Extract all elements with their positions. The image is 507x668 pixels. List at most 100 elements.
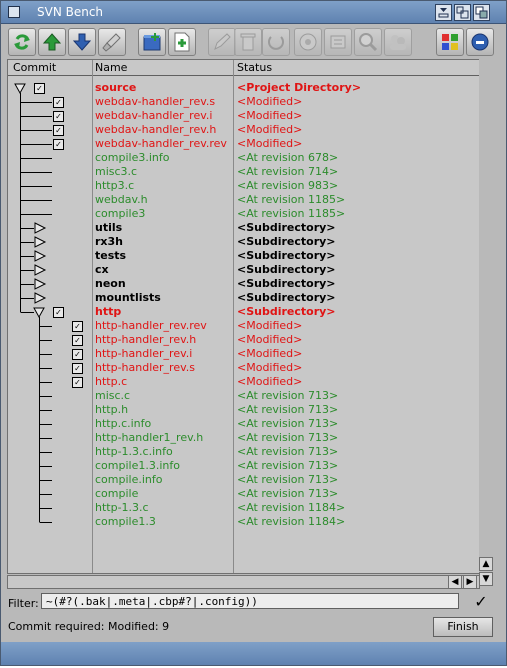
file-row[interactable]: compile.info <At revision 713> — [8, 473, 479, 487]
tree-connector — [39, 501, 52, 515]
commit-checkbox[interactable]: ✓ — [72, 321, 83, 332]
about-button[interactable] — [466, 28, 494, 56]
file-status: <Modified> — [237, 137, 303, 150]
depth-icon[interactable] — [473, 4, 490, 21]
scroll-left-icon[interactable]: ◀ — [448, 575, 462, 589]
file-row[interactable]: ✓ webdav-handler_rev.h <Modified> — [8, 123, 479, 137]
commit-checkbox[interactable]: ✓ — [72, 349, 83, 360]
file-name: http.c.info — [95, 417, 152, 430]
tree-connector — [20, 137, 52, 151]
file-row[interactable]: cx <Subdirectory> — [8, 263, 479, 277]
file-status: <Subdirectory> — [237, 263, 336, 276]
file-row[interactable]: http.c.info <At revision 713> — [8, 417, 479, 431]
toolbar — [1, 24, 506, 60]
horizontal-scrollbar[interactable]: ◀ ▶ — [7, 575, 480, 589]
file-list[interactable]: Commit Name Status ✓ source <Project Direc… — [7, 59, 480, 574]
edit-button[interactable] — [208, 28, 236, 56]
scroll-up-icon[interactable]: ▲ — [479, 557, 493, 571]
file-row[interactable]: http-1.3.c.info <At revision 713> — [8, 445, 479, 459]
file-row[interactable]: misc3.c <At revision 714> — [8, 165, 479, 179]
checkmark-icon[interactable]: ✓ — [471, 592, 491, 612]
file-name: http-1.3.c.info — [95, 445, 173, 458]
filter-input[interactable]: ~(#?(.bak|.meta|.cbp#?|.config)) — [41, 593, 459, 609]
add-repository-button[interactable] — [138, 28, 166, 56]
file-row[interactable]: rx3h <Subdirectory> — [8, 235, 479, 249]
file-name: webdav-handler_rev.i — [95, 109, 213, 122]
tree-connector — [20, 193, 52, 207]
file-name: source — [95, 81, 137, 94]
commit-checkbox[interactable]: ✓ — [53, 111, 64, 122]
file-row[interactable]: ✓ http-handler_rev.rev <Modified> — [8, 319, 479, 333]
file-row[interactable]: misc.c <At revision 713> — [8, 389, 479, 403]
file-row[interactable]: webdav.h <At revision 1185> — [8, 193, 479, 207]
file-name: compile3 — [95, 207, 146, 220]
settings-button[interactable] — [436, 28, 464, 56]
commit-checkbox[interactable]: ✓ — [72, 335, 83, 346]
move-down-button[interactable] — [68, 28, 96, 56]
file-row[interactable]: utils <Subdirectory> — [8, 221, 479, 235]
iconify-icon[interactable] — [435, 4, 452, 21]
blame-button[interactable] — [384, 28, 412, 56]
vertical-scrollbar[interactable]: ▲ ▼ — [479, 59, 493, 589]
color-grid-icon — [442, 34, 458, 50]
cleanup-button[interactable] — [98, 28, 126, 56]
file-row[interactable]: ✓ http-handler_rev.i <Modified> — [8, 347, 479, 361]
file-row[interactable]: compile1.3 <At revision 1184> — [8, 515, 479, 529]
arrow-up-icon — [42, 33, 62, 51]
file-row[interactable]: mountlists <Subdirectory> — [8, 291, 479, 305]
file-row[interactable]: ✓ http.c <Modified> — [8, 375, 479, 389]
list-header: Commit Name Status — [8, 60, 479, 76]
tree-connector — [20, 123, 52, 137]
file-row[interactable]: ✓ http <Subdirectory> — [8, 305, 479, 319]
file-row[interactable]: ✓ http-handler_rev.s <Modified> — [8, 361, 479, 375]
file-row[interactable]: ✓ http-handler_rev.h <Modified> — [8, 333, 479, 347]
file-status: <At revision 713> — [237, 459, 339, 472]
file-row[interactable]: ✓ webdav-handler_rev.rev <Modified> — [8, 137, 479, 151]
commit-checkbox[interactable]: ✓ — [72, 363, 83, 374]
file-row[interactable]: compile3 <At revision 1185> — [8, 207, 479, 221]
file-row[interactable]: http-1.3.c <At revision 1184> — [8, 501, 479, 515]
file-row[interactable]: compile <At revision 713> — [8, 487, 479, 501]
file-row[interactable]: ✓ webdav-handler_rev.s <Modified> — [8, 95, 479, 109]
file-row[interactable]: ✓ source <Project Directory> — [8, 81, 479, 95]
diff-button[interactable] — [354, 28, 382, 56]
commit-checkbox[interactable]: ✓ — [53, 97, 64, 108]
status-column-header[interactable]: Status — [237, 61, 272, 74]
new-file-icon — [174, 32, 190, 52]
commit-checkbox[interactable]: ✓ — [34, 83, 45, 94]
file-row[interactable]: compile1.3.info <At revision 713> — [8, 459, 479, 473]
file-name: http — [95, 305, 122, 318]
info-button[interactable] — [294, 28, 322, 56]
history-button[interactable] — [324, 28, 352, 56]
commit-checkbox[interactable]: ✓ — [53, 125, 64, 136]
commit-column-header[interactable]: Commit — [13, 61, 56, 74]
file-status: <Project Directory> — [237, 81, 362, 94]
file-row[interactable]: http-handler1_rev.h <At revision 713> — [8, 431, 479, 445]
file-row[interactable]: ✓ webdav-handler_rev.i <Modified> — [8, 109, 479, 123]
file-row[interactable]: http3.c <At revision 983> — [8, 179, 479, 193]
file-row[interactable]: tests <Subdirectory> — [8, 249, 479, 263]
commit-checkbox[interactable]: ✓ — [72, 377, 83, 388]
file-status: <At revision 713> — [237, 445, 339, 458]
zoom-icon[interactable] — [454, 4, 471, 21]
tree-connector — [20, 207, 52, 221]
commit-checkbox[interactable]: ✓ — [53, 139, 64, 150]
name-column-header[interactable]: Name — [95, 61, 127, 74]
finish-button[interactable]: Finish — [433, 617, 493, 637]
add-file-button[interactable] — [168, 28, 196, 56]
move-up-button[interactable] — [38, 28, 66, 56]
scroll-down-icon[interactable]: ▼ — [479, 572, 493, 586]
file-row[interactable]: neon <Subdirectory> — [8, 277, 479, 291]
update-button[interactable] — [8, 28, 36, 56]
scroll-right-icon[interactable]: ▶ — [463, 575, 477, 589]
file-status: <Subdirectory> — [237, 305, 336, 318]
commit-checkbox[interactable]: ✓ — [53, 307, 64, 318]
delete-button[interactable] — [234, 28, 262, 56]
status-text: Commit required: Modified: 9 — [8, 620, 170, 633]
title-bar[interactable]: SVN Bench — [1, 1, 506, 24]
file-row[interactable]: compile3.info <At revision 678> — [8, 151, 479, 165]
file-row[interactable]: http.h <At revision 713> — [8, 403, 479, 417]
close-icon[interactable] — [8, 6, 20, 18]
revert-button[interactable] — [262, 28, 290, 56]
tree-connector — [14, 83, 26, 95]
